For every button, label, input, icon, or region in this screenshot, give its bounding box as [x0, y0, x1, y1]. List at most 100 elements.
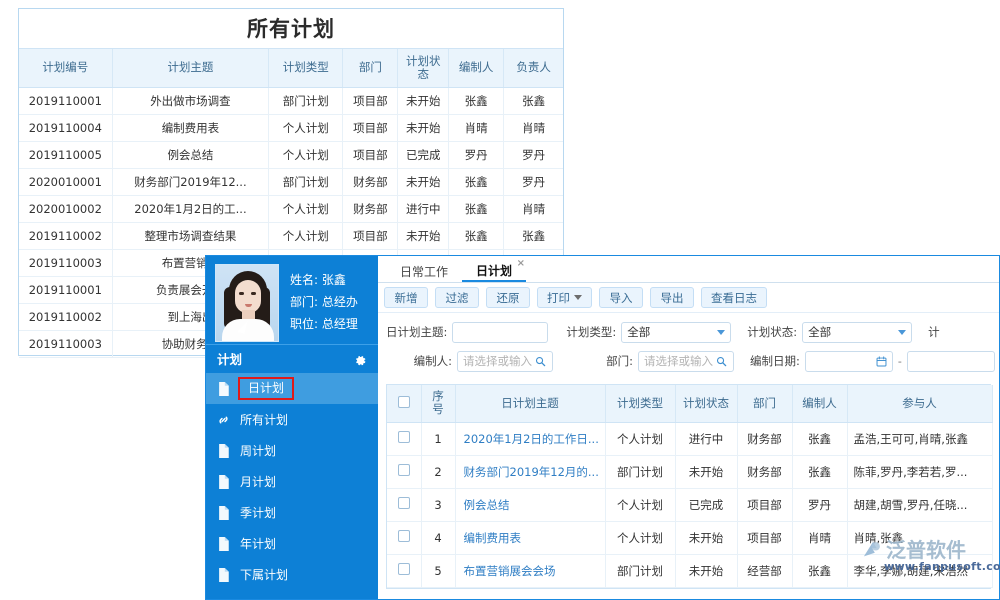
toolbar-button-4[interactable]: 导入	[599, 287, 643, 308]
table-cell: 2019110005	[19, 141, 112, 168]
row-checkbox[interactable]	[387, 422, 421, 455]
cell-plan-status: 未开始	[675, 521, 737, 554]
filter-date-from[interactable]	[805, 351, 893, 372]
toolbar-button-1[interactable]: 过滤	[435, 287, 479, 308]
table-cell: 罗丹	[504, 168, 563, 195]
daily-plan-grid: 序号日计划主题计划类型计划状态部门编制人参与人 12020年1月2日的工作日..…	[386, 384, 991, 589]
table-cell: 2019110001	[19, 276, 112, 303]
table-cell: 2020010001	[19, 168, 112, 195]
table-cell: 张鑫	[449, 87, 504, 114]
search-icon[interactable]	[716, 356, 727, 367]
table-cell: 肖晴	[449, 114, 504, 141]
sidebar-item-1[interactable]: 所有计划	[206, 404, 378, 435]
sidebar-item-4[interactable]: 季计划	[206, 497, 378, 528]
cell-plan-status: 未开始	[675, 455, 737, 488]
cell-subject-link[interactable]: 2020年1月2日的工作日...	[455, 422, 605, 455]
daily-plan-table: 序号日计划主题计划类型计划状态部门编制人参与人 12020年1月2日的工作日..…	[387, 385, 993, 588]
table-row[interactable]: 12020年1月2日的工作日...个人计划进行中财务部张鑫孟浩,王可可,肖晴,张…	[387, 422, 992, 455]
avatar	[215, 264, 279, 342]
table-cell: 肖晴	[504, 195, 563, 222]
table-row[interactable]: 4编制费用表个人计划未开始项目部肖晴肖晴,张鑫	[387, 521, 992, 554]
cell-subject-link[interactable]: 编制费用表	[455, 521, 605, 554]
cell-plan-type: 个人计划	[605, 422, 675, 455]
toolbar-button-label: 新增	[395, 290, 418, 306]
table-cell: 整理市场调查结果	[112, 222, 269, 249]
sidebar-item-label: 月计划	[240, 476, 276, 488]
cell-plan-status: 未开始	[675, 554, 737, 587]
table-cell: 财务部	[343, 168, 398, 195]
filter-plan-type: 计划类型: 全部	[566, 322, 731, 343]
filter-plan-type-value: 全部	[627, 324, 650, 340]
table-row[interactable]: 2019110002整理市场调查结果个人计划项目部未开始张鑫张鑫	[19, 222, 563, 249]
filter-author-label: 编制人:	[386, 353, 452, 369]
table-row[interactable]: 2财务部门2019年12月的...部门计划未开始财务部张鑫陈菲,罗丹,李若若,罗…	[387, 455, 992, 488]
table-row[interactable]: 2019110005例会总结个人计划项目部已完成罗丹罗丹	[19, 141, 563, 168]
toolbar-button-0[interactable]: 新增	[384, 287, 428, 308]
row-checkbox[interactable]	[387, 521, 421, 554]
sidebar-item-5[interactable]: 年计划	[206, 528, 378, 559]
table-row[interactable]: 3例会总结个人计划已完成项目部罗丹胡建,胡雪,罗丹,任晓...	[387, 488, 992, 521]
filter-dept: 部门: 请选择或输入	[571, 351, 734, 372]
cell-author: 张鑫	[792, 554, 847, 587]
table-cell: 罗丹	[504, 141, 563, 168]
toolbar-button-3[interactable]: 打印	[537, 287, 592, 308]
bg-col-header: 负责人	[504, 49, 563, 87]
cell-subject-link[interactable]: 例会总结	[455, 488, 605, 521]
tab-0[interactable]: 日常工作	[386, 266, 462, 282]
filter-plan-type-select[interactable]: 全部	[621, 322, 731, 343]
table-cell: 个人计划	[269, 222, 343, 249]
cell-department: 项目部	[737, 488, 792, 521]
cell-plan-type: 部门计划	[605, 554, 675, 587]
toolbar-button-5[interactable]: 导出	[650, 287, 694, 308]
sidebar-item-6[interactable]: 下属计划	[206, 559, 378, 590]
filter-author-input[interactable]: 请选择或输入	[457, 351, 553, 372]
grid-col-header: 日计划主题	[455, 385, 605, 422]
filter-subject-input[interactable]	[452, 322, 548, 343]
row-checkbox[interactable]	[387, 455, 421, 488]
cell-participants: 胡建,胡雪,罗丹,任晓...	[847, 488, 992, 521]
filter-dept-input[interactable]: 请选择或输入	[638, 351, 734, 372]
search-icon[interactable]	[535, 356, 546, 367]
sidebar-item-label: 年计划	[240, 538, 276, 550]
tab-label: 日常工作	[400, 265, 448, 279]
gear-icon[interactable]	[354, 352, 367, 365]
bg-col-header: 计划状态	[398, 49, 449, 87]
sidebar-item-3[interactable]: 月计划	[206, 466, 378, 497]
table-cell: 张鑫	[504, 87, 563, 114]
tab-1[interactable]: 日计划×	[462, 265, 526, 282]
toolbar-button-label: 还原	[497, 290, 520, 306]
row-checkbox[interactable]	[387, 554, 421, 587]
select-all-checkbox[interactable]	[387, 385, 421, 422]
table-cell: 2019110002	[19, 222, 112, 249]
toolbar-button-label: 导出	[661, 290, 684, 306]
toolbar-button-6[interactable]: 查看日志	[701, 287, 767, 308]
cell-sequence: 2	[421, 455, 455, 488]
grid-col-header: 部门	[737, 385, 792, 422]
table-cell: 部门计划	[269, 87, 343, 114]
date-range-separator: -	[898, 355, 902, 368]
toolbar-button-2[interactable]: 还原	[486, 287, 530, 308]
cell-subject-link[interactable]: 布置营销展会会场	[455, 554, 605, 587]
table-cell: 2019110001	[19, 87, 112, 114]
sidebar-item-2[interactable]: 周计划	[206, 435, 378, 466]
all-plans-header-row: 计划编号计划主题计划类型部门计划状态编制人负责人	[19, 49, 563, 87]
sidebar-item-0[interactable]: 日计划	[206, 373, 378, 404]
table-row[interactable]: 2019110004编制费用表个人计划项目部未开始肖晴肖晴	[19, 114, 563, 141]
main-content: 日常工作日计划× 新增过滤还原打印导入导出查看日志 日计划主题: 计划类型: 全…	[378, 256, 1000, 600]
table-row[interactable]: 2019110001外出做市场调查部门计划项目部未开始张鑫张鑫	[19, 87, 563, 114]
file-icon	[217, 444, 230, 458]
filter-date-to[interactable]	[907, 351, 995, 372]
filter-plan-status-select[interactable]: 全部	[802, 322, 912, 343]
cell-sequence: 5	[421, 554, 455, 587]
calendar-icon[interactable]	[876, 356, 887, 367]
table-cell: 张鑫	[449, 222, 504, 249]
row-checkbox[interactable]	[387, 488, 421, 521]
table-cell: 财务部	[343, 195, 398, 222]
table-row[interactable]: 5布置营销展会会场部门计划未开始经营部张鑫李华,李娜,胡建,宋浩然	[387, 554, 992, 587]
table-row[interactable]: 2020010001财务部门2019年12...部门计划财务部未开始张鑫罗丹	[19, 168, 563, 195]
close-icon[interactable]: ×	[517, 259, 525, 269]
table-row[interactable]: 20200100022020年1月2日的工...个人计划财务部进行中张鑫肖晴	[19, 195, 563, 222]
toolbar-button-label: 导入	[610, 290, 633, 306]
filter-plan-status-label: 计划状态:	[747, 324, 797, 340]
cell-subject-link[interactable]: 财务部门2019年12月的...	[455, 455, 605, 488]
